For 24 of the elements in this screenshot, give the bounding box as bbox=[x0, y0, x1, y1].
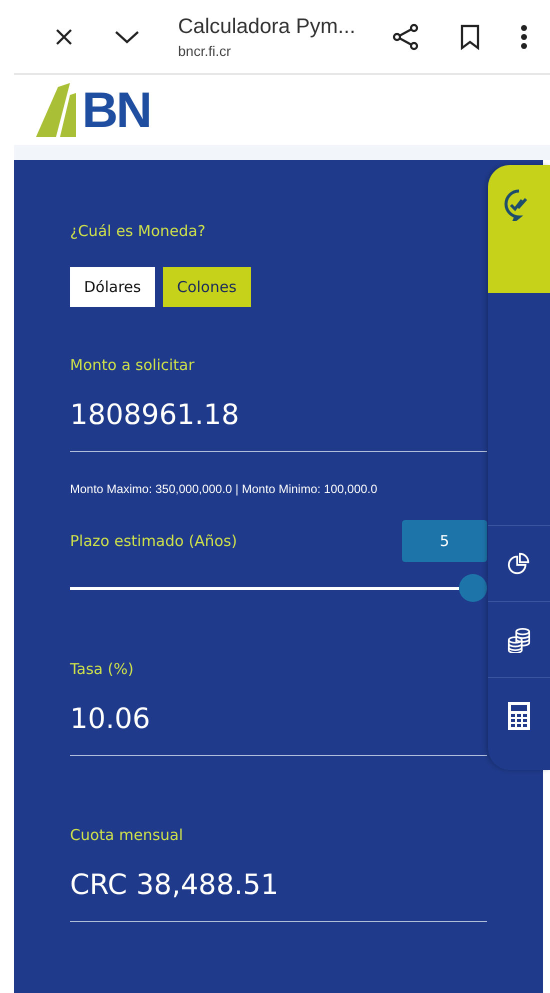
page-url: bncr.fi.cr bbox=[178, 42, 232, 58]
coins-icon[interactable] bbox=[506, 626, 532, 652]
close-icon[interactable] bbox=[54, 26, 74, 46]
bookmark-icon[interactable] bbox=[460, 24, 480, 50]
currency-option[interactable]: Dólares bbox=[70, 267, 155, 307]
amount-limits-note: Monto Maximo: 350,000,000.0 | Monto Minimo: 100,000.0 bbox=[70, 482, 378, 496]
logo-text: BN bbox=[82, 81, 150, 139]
payment-field[interactable]: CRC 38,488.51 bbox=[70, 868, 487, 901]
field-label: Cuota mensual bbox=[70, 826, 184, 844]
pie-chart-icon[interactable] bbox=[507, 552, 531, 576]
rate-field[interactable]: 10.06 bbox=[70, 702, 487, 735]
more-icon[interactable] bbox=[520, 24, 528, 50]
share-icon[interactable] bbox=[392, 22, 420, 50]
slider-value-tooltip: 5 bbox=[402, 520, 487, 562]
calculator-icon[interactable] bbox=[507, 700, 531, 730]
chevron-down-icon[interactable] bbox=[114, 28, 140, 44]
slider-thumb[interactable] bbox=[459, 574, 487, 602]
field-label: Monto a solicitar bbox=[70, 356, 196, 374]
amount-field[interactable]: 1808961.18 bbox=[70, 398, 487, 431]
page-title: Calculadora Pym... bbox=[178, 14, 356, 38]
field-label: ¿Cuál es Moneda? bbox=[70, 222, 206, 240]
currency-option[interactable]: Colones bbox=[162, 267, 251, 307]
field-label: Tasa (%) bbox=[70, 660, 135, 678]
field-label: Plazo estimado (Años) bbox=[70, 532, 238, 550]
